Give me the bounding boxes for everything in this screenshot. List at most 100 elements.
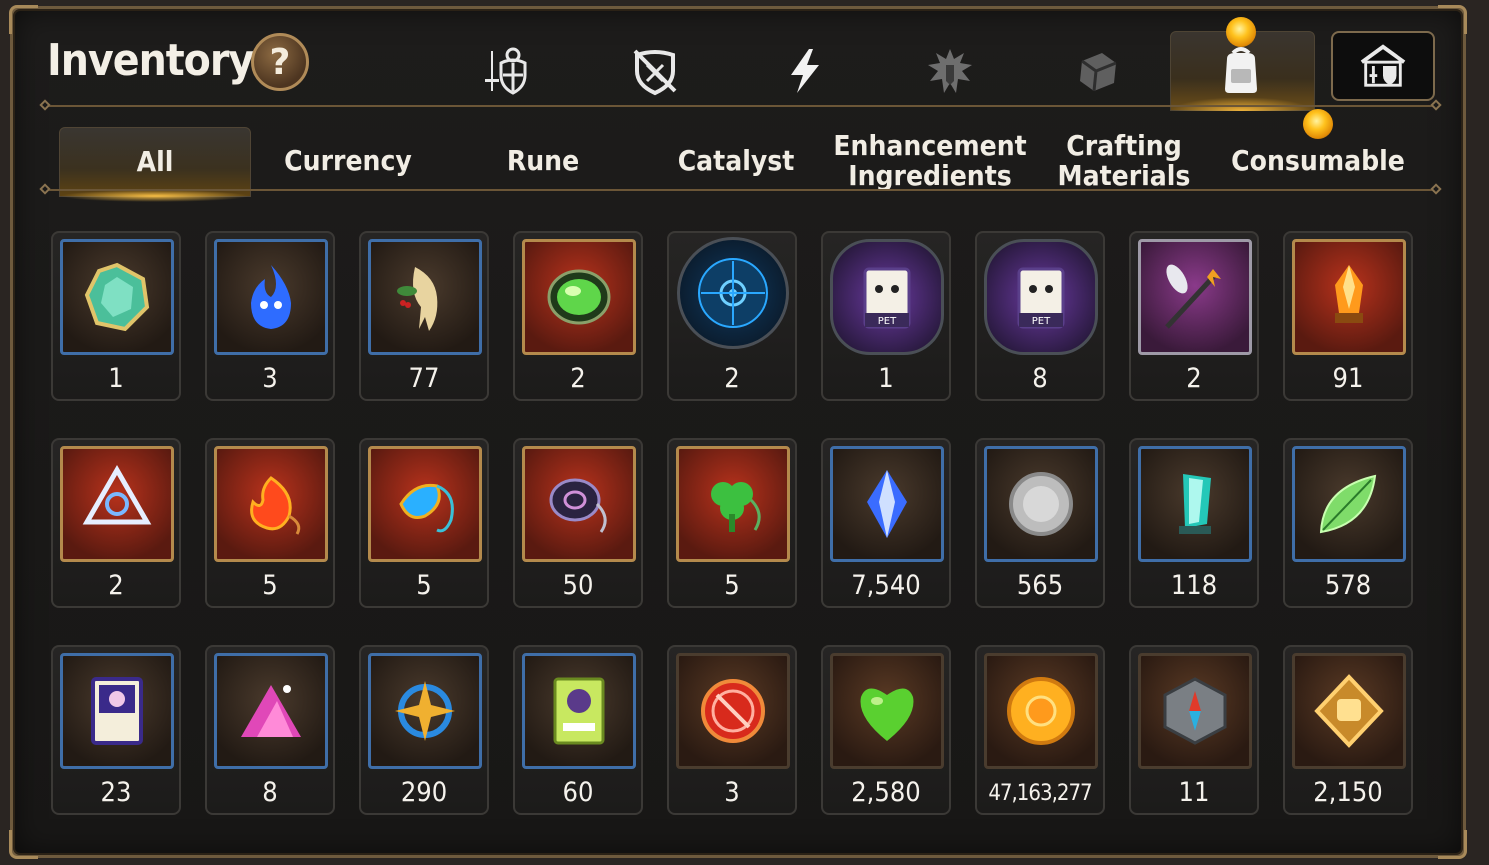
inventory-slot[interactable]: 47,163,277 [975, 645, 1105, 815]
item-quantity: 1 [108, 363, 124, 394]
item-frame [830, 446, 944, 562]
item-quantity: 77 [408, 363, 440, 394]
tab-catalyst[interactable]: Catalyst [641, 127, 831, 195]
category-dice-cube[interactable] [1066, 39, 1130, 103]
inventory-slot[interactable]: 3 [667, 645, 797, 815]
inventory-slot[interactable]: 2 [667, 231, 797, 401]
help-button[interactable]: ? [251, 33, 309, 91]
green-leaf-icon [1319, 474, 1377, 534]
inventory-slot[interactable]: 565 [975, 438, 1105, 608]
inventory-slot[interactable]: 2 [513, 231, 643, 401]
item-quantity: 2,580 [851, 777, 921, 808]
inventory-slot[interactable]: 2,150 [1283, 645, 1413, 815]
inventory-slot[interactable]: 2 [1129, 231, 1259, 401]
item-quantity: 2 [1186, 363, 1202, 394]
item-frame [984, 446, 1098, 562]
item-frame [676, 446, 790, 562]
item-quantity: 3 [262, 363, 278, 394]
purple-card-icon [91, 677, 143, 745]
inventory-slot[interactable]: PET 8 [975, 231, 1105, 401]
inventory-slot[interactable]: 2,580 [821, 645, 951, 815]
page-title: Inventory [47, 35, 254, 86]
item-quantity: 8 [1032, 363, 1048, 394]
item-frame [830, 653, 944, 769]
inventory-slot[interactable]: 7,540 [821, 438, 951, 608]
guild-house-icon [1360, 44, 1406, 87]
category-backpack[interactable] [1209, 39, 1273, 103]
inventory-slot[interactable]: 50 [513, 438, 643, 608]
inventory-slot[interactable]: 11 [1129, 645, 1259, 815]
item-frame [522, 653, 636, 769]
item-quantity: 8 [262, 777, 278, 808]
pet-food-bag-icon: PET [1017, 267, 1065, 329]
category-crossed-shield[interactable] [623, 39, 687, 103]
item-frame [60, 653, 174, 769]
blue-crystal-icon [867, 470, 907, 538]
item-frame [1138, 653, 1252, 769]
green-heart-icon [860, 688, 914, 741]
inventory-slot[interactable]: 5 [205, 438, 335, 608]
item-frame [368, 446, 482, 562]
corner-ornament [1438, 5, 1467, 34]
item-frame [522, 446, 636, 562]
gold-coin-icon [1007, 677, 1075, 745]
inventory-slot[interactable]: 5 [667, 438, 797, 608]
stone-compass-icon [1163, 677, 1227, 745]
inventory-slot[interactable]: 60 [513, 645, 643, 815]
tab-enhancement-ingredients[interactable]: Enhancement Ingredients [833, 127, 1026, 195]
category-weapons-armor[interactable] [473, 39, 537, 103]
inventory-slot[interactable]: 91 [1283, 231, 1413, 401]
item-quantity: 5 [262, 570, 278, 601]
notification-dot [1226, 17, 1256, 47]
item-quantity: 3 [724, 777, 740, 808]
triquetra-crystal-icon [82, 464, 152, 525]
item-quantity: 118 [1170, 570, 1218, 601]
item-frame [676, 653, 790, 769]
item-quantity: 578 [1324, 570, 1372, 601]
green-orb-icon [547, 269, 611, 325]
item-frame [984, 653, 1098, 769]
notification-dot [1303, 109, 1333, 139]
dice-cube-icon [1080, 53, 1117, 92]
item-quantity: 2 [724, 363, 740, 394]
inventory-slot[interactable]: 1 [51, 231, 181, 401]
item-quantity: 2 [570, 363, 586, 394]
item-frame [60, 446, 174, 562]
pet-food-bag-icon: PET [863, 267, 911, 329]
item-frame [60, 239, 174, 355]
inventory-slot[interactable]: 118 [1129, 438, 1259, 608]
item-frame [214, 239, 328, 355]
silver-coin-icon [1009, 472, 1073, 536]
category-splash-badge[interactable] [918, 39, 982, 103]
item-quantity: 565 [1016, 570, 1064, 601]
inventory-slot[interactable]: 77 [359, 231, 489, 401]
item-frame [1292, 446, 1406, 562]
tab-rune[interactable]: Rune [448, 127, 638, 195]
inventory-slot[interactable]: 3 [205, 231, 335, 401]
inventory-slot[interactable]: PET 1 [821, 231, 951, 401]
inventory-slot[interactable]: 290 [359, 645, 489, 815]
item-quantity: 2,150 [1313, 777, 1383, 808]
crossed-shield-icon [633, 49, 677, 96]
tab-crafting-materials[interactable]: Crafting Materials [1029, 127, 1219, 195]
inventory-slot[interactable]: 8 [205, 645, 335, 815]
inventory-slot[interactable]: 578 [1283, 438, 1413, 608]
item-frame [1292, 239, 1406, 355]
weapons-armor-icon [485, 47, 527, 95]
inventory-slot[interactable]: 5 [359, 438, 489, 608]
inventory-slot[interactable]: 2 [51, 438, 181, 608]
guild-button[interactable] [1331, 31, 1435, 101]
inventory-slot[interactable]: 23 [51, 645, 181, 815]
tab-currency[interactable]: Currency [253, 127, 443, 195]
svg-text:PET: PET [878, 316, 897, 327]
tab-all[interactable]: All [59, 127, 251, 202]
item-frame [1138, 446, 1252, 562]
item-frame: PET [984, 239, 1098, 355]
category-lightning[interactable] [773, 39, 837, 103]
item-quantity: 1 [878, 363, 894, 394]
dark-pendant-icon [549, 478, 607, 533]
lightning-icon [791, 49, 819, 93]
item-frame: PET [830, 239, 944, 355]
water-pendant-icon [399, 483, 454, 533]
item-quantity: 2 [108, 570, 124, 601]
